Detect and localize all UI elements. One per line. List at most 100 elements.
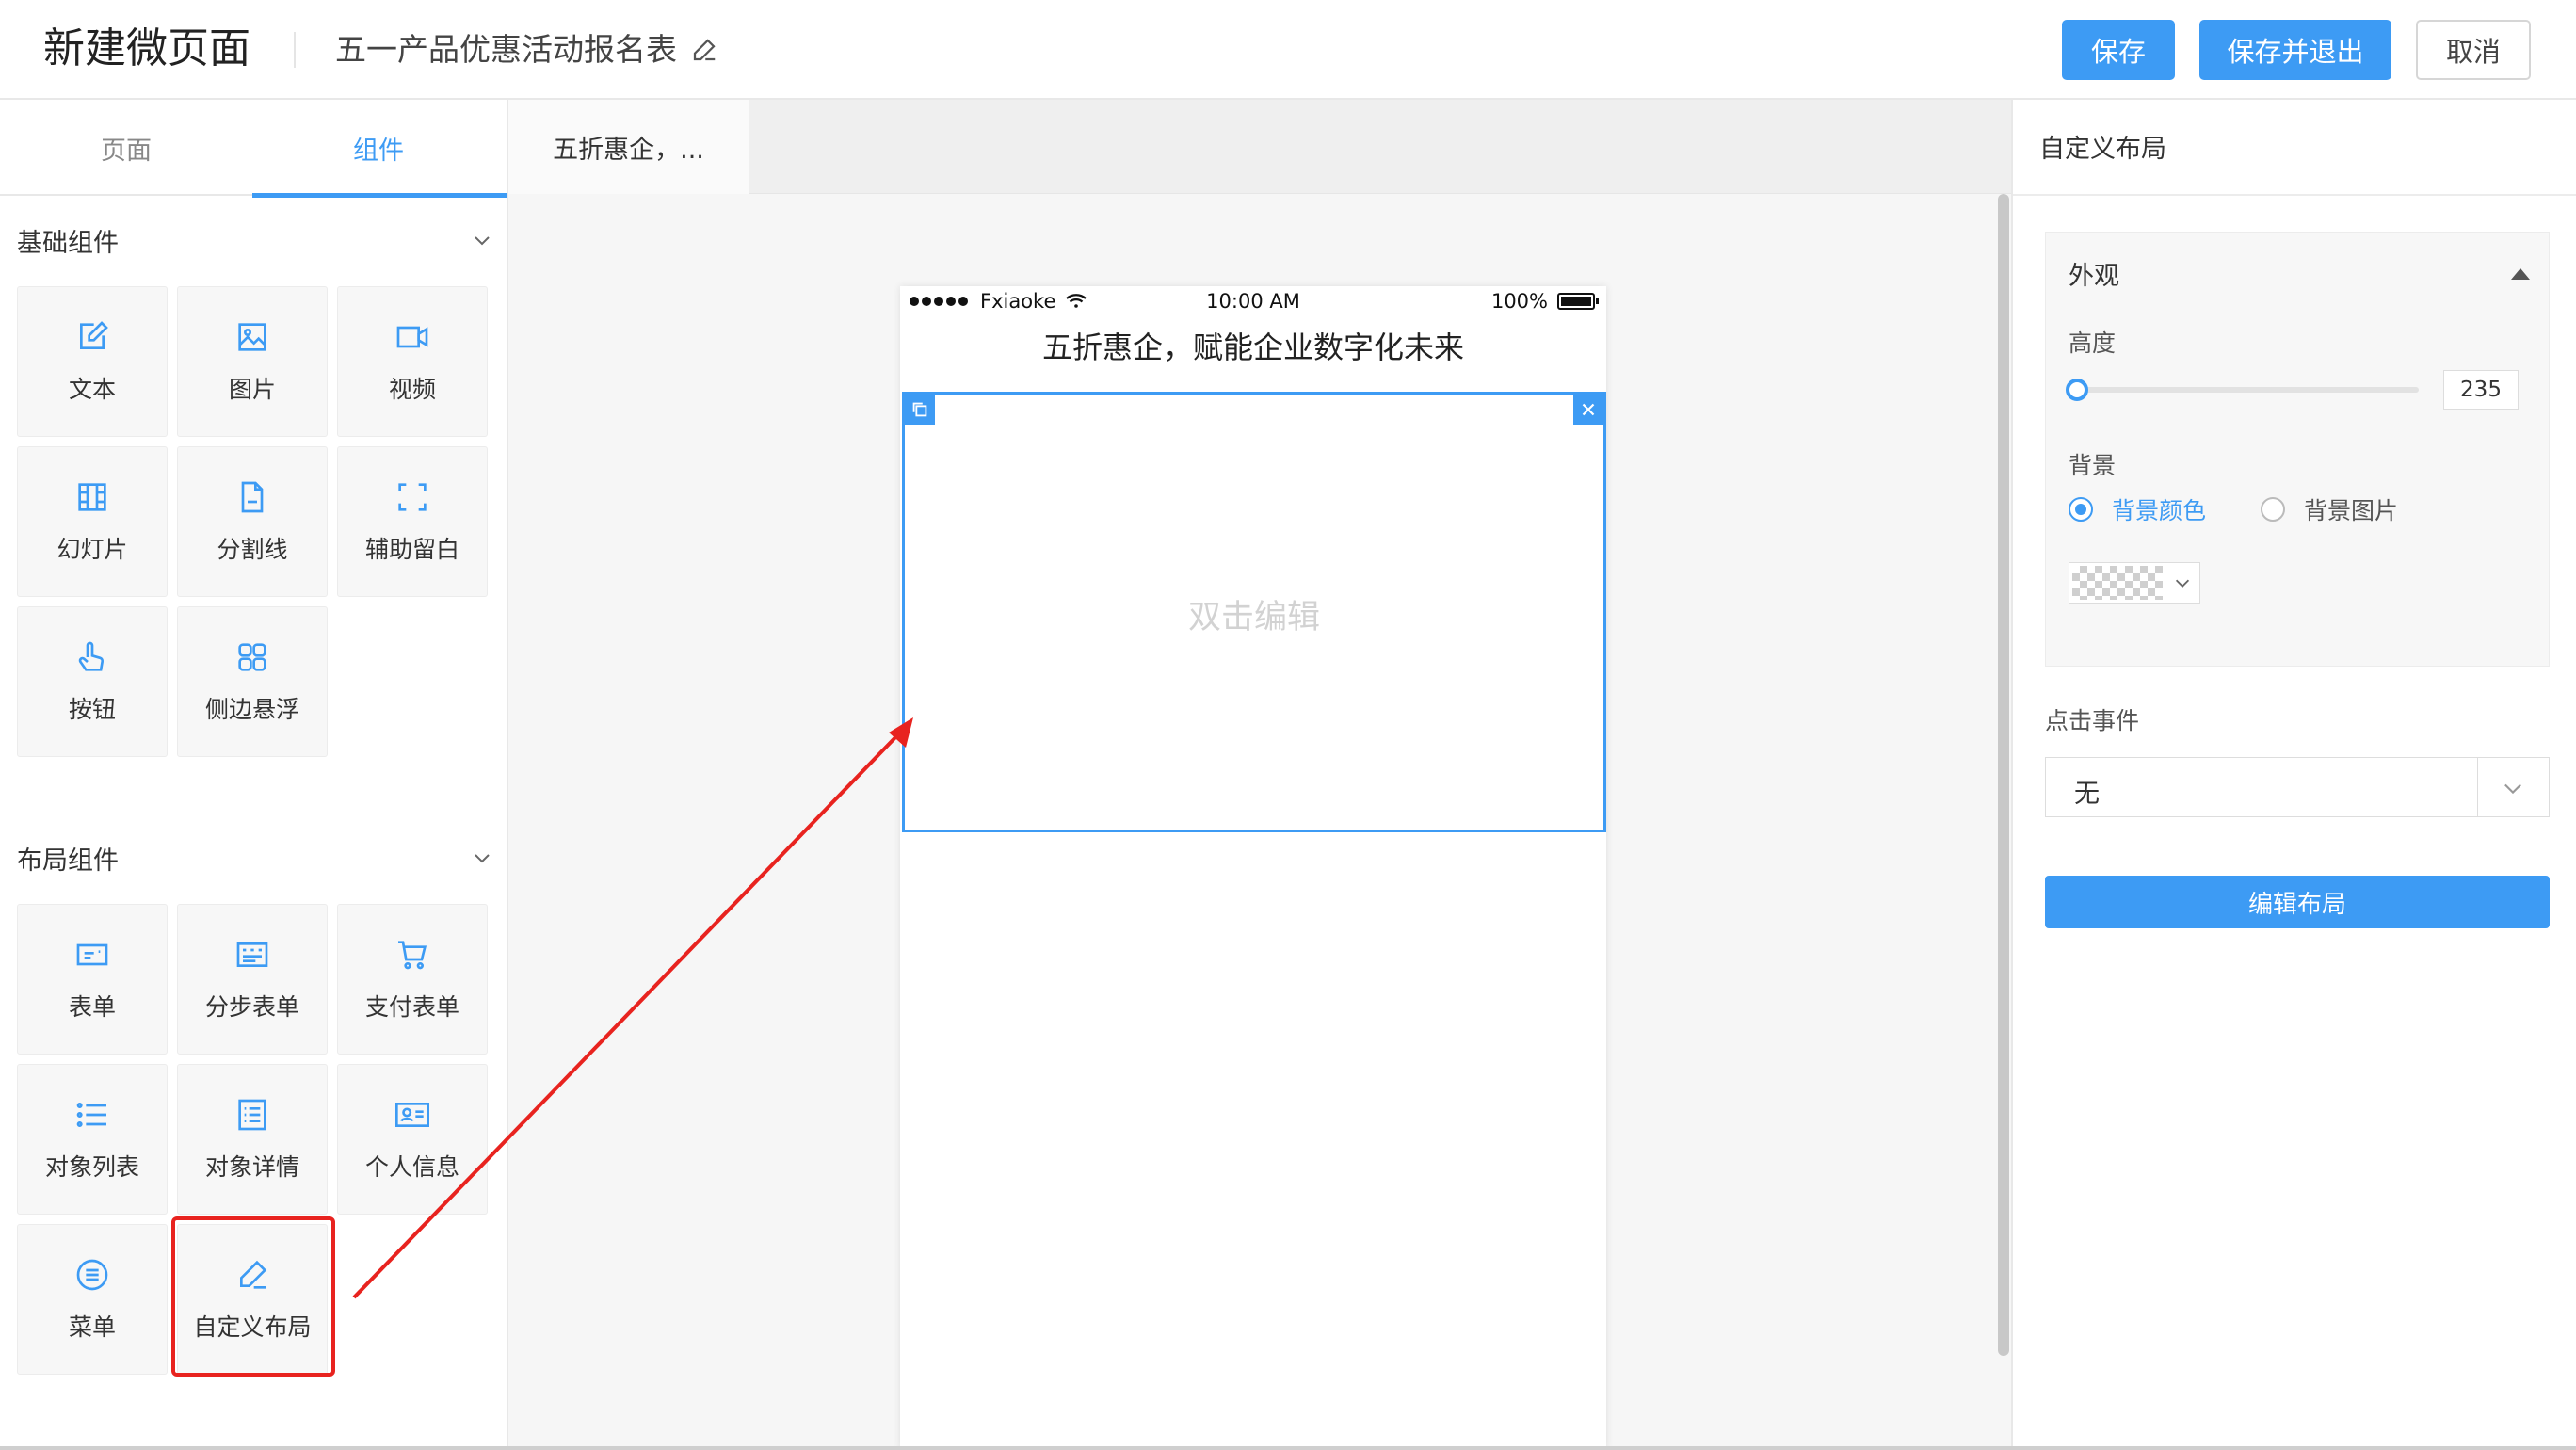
component-label: 辅助留白 (364, 536, 459, 563)
tab-page[interactable]: 页面 (0, 100, 252, 196)
component-object-detail[interactable]: 对象详情 (177, 1064, 328, 1215)
component-video[interactable]: 视频 (337, 286, 488, 437)
background-color-picker[interactable] (2069, 562, 2200, 604)
radio-background-color[interactable]: 背景颜色 (2069, 492, 2206, 526)
phone-page-title: 五折惠企，赋能企业数字化未来 (1041, 330, 1464, 365)
slideshow-icon (78, 483, 106, 511)
component-label: 文本 (68, 376, 116, 403)
component-button[interactable]: 按钮 (17, 606, 168, 757)
battery-icon (1557, 293, 1599, 310)
page-title: 新建微页面 (43, 24, 250, 72)
component-label: 菜单 (68, 1313, 116, 1341)
top-header: 新建微页面 五一产品优惠活动报名表 保存 保存并退出 取消 (0, 0, 2576, 100)
component-label: 表单 (68, 993, 116, 1021)
radio-circle (2261, 497, 2285, 522)
component-label: 图片 (228, 376, 276, 403)
image-icon (238, 323, 266, 351)
layout-components-header[interactable]: 布局组件 (17, 834, 493, 881)
copy-icon[interactable] (905, 395, 935, 425)
custom-layout-block[interactable]: 双击编辑 (902, 392, 1606, 832)
radio-label: 背景图片 (2304, 497, 2399, 524)
component-label: 分步表单 (204, 993, 299, 1021)
component-object-list[interactable]: 对象列表 (17, 1064, 168, 1215)
component-label: 支付表单 (364, 993, 459, 1021)
section-title: 布局组件 (17, 846, 119, 876)
horizontal-scrollbar[interactable] (0, 1446, 2576, 1450)
edit-layout-button[interactable]: 编辑布局 (2045, 876, 2550, 928)
cart-icon (398, 941, 427, 970)
save-and-exit-button[interactable]: 保存并退出 (2199, 20, 2391, 80)
component-label: 侧边悬浮 (204, 696, 299, 723)
canvas-tab-bar: 五折惠企，... (508, 100, 2011, 194)
list-icon (76, 1103, 106, 1127)
canvas-page-tab[interactable]: 五折惠企，... (508, 100, 749, 194)
component-label: 分割线 (217, 536, 288, 563)
tab-components[interactable]: 组件 (252, 100, 507, 198)
step-form-icon (236, 942, 268, 967)
chevron-down-icon (2504, 783, 2521, 795)
properties-panel: 自定义布局 外观 高度 背景 背景颜色 背景图片 点击事件 无 编辑布 (2011, 100, 2576, 1450)
component-side-float[interactable]: 侧边悬浮 (177, 606, 328, 757)
chevron-down-icon (2175, 579, 2190, 588)
select-divider (2477, 758, 2478, 816)
close-icon[interactable] (1573, 395, 1603, 425)
component-label: 对象详情 (204, 1153, 299, 1181)
component-pay-form[interactable]: 支付表单 (337, 904, 488, 1055)
divider-doc-icon (241, 481, 264, 513)
component-menu[interactable]: 菜单 (17, 1224, 168, 1375)
height-slider[interactable] (2066, 379, 2419, 401)
editor-canvas: 五折惠企，... Fxiaoke 10:00 AM 100% 五折惠企，赋能企业… (508, 100, 2011, 1450)
profile-card-icon (395, 1103, 429, 1127)
phone-preview: Fxiaoke 10:00 AM 100% 五折惠企，赋能企业数字化未来 双击编… (900, 286, 1606, 1450)
cancel-button[interactable]: 取消 (2416, 20, 2531, 80)
component-divider[interactable]: 分割线 (177, 446, 328, 597)
save-button[interactable]: 保存 (2062, 20, 2175, 80)
title-divider (294, 32, 296, 68)
chevron-down-icon (475, 236, 490, 246)
grid-apps-icon (238, 643, 266, 671)
component-slideshow[interactable]: 幻灯片 (17, 446, 168, 597)
radio-label: 背景颜色 (2112, 497, 2207, 524)
background-label: 背景 (2069, 452, 2117, 479)
component-label: 视频 (388, 376, 436, 403)
component-text[interactable]: 文本 (17, 286, 168, 437)
click-event-value: 无 (2074, 780, 2100, 809)
component-label: 幻灯片 (56, 536, 128, 563)
detail-icon (238, 1099, 266, 1131)
click-event-select[interactable]: 无 (2045, 757, 2550, 817)
form-icon (76, 943, 108, 966)
component-image[interactable]: 图片 (177, 286, 328, 437)
component-panel: 页面 组件 基础组件 文本 图片 视频 幻灯片 分割线 辅助留白 按钮 侧边悬浮… (0, 100, 508, 1450)
component-custom-layout[interactable]: 自定义布局 (177, 1224, 328, 1375)
height-label: 高度 (2069, 330, 2117, 357)
appearance-header[interactable]: 外观 (2069, 255, 2530, 292)
pencil-edit-icon[interactable] (690, 36, 718, 64)
radio-background-image[interactable]: 背景图片 (2261, 492, 2398, 526)
menu-circle-icon (76, 1259, 108, 1291)
properties-title: 自定义布局 (2039, 135, 2166, 164)
doc-title-text: 五一产品优惠活动报名表 (335, 31, 677, 68)
height-slider-handle[interactable] (2066, 379, 2089, 401)
component-form[interactable]: 表单 (17, 904, 168, 1055)
collapse-triangle-icon (2511, 267, 2530, 280)
divider (2013, 194, 2576, 196)
height-input[interactable] (2443, 370, 2519, 410)
component-personal-info[interactable]: 个人信息 (337, 1064, 488, 1215)
phone-status-bar: Fxiaoke 10:00 AM 100% (900, 286, 1606, 320)
basic-components-header[interactable]: 基础组件 (17, 217, 493, 264)
panel-tabs: 页面 组件 (0, 100, 507, 198)
transparent-swatch (2072, 566, 2163, 600)
component-step-form[interactable]: 分步表单 (177, 904, 328, 1055)
chevron-down-icon (475, 854, 490, 863)
appearance-card: 外观 高度 背景 背景颜色 背景图片 (2045, 232, 2550, 667)
whitespace-icon (398, 483, 427, 511)
click-event-label: 点击事件 (2045, 707, 2140, 734)
canvas-scrollbar[interactable] (1998, 194, 2009, 1356)
appearance-title: 外观 (2069, 262, 2119, 291)
section-title: 基础组件 (17, 228, 119, 258)
video-icon (396, 326, 428, 348)
doc-title[interactable]: 五一产品优惠活动报名表 (335, 28, 718, 72)
component-label: 对象列表 (44, 1153, 139, 1181)
component-whitespace[interactable]: 辅助留白 (337, 446, 488, 597)
edit-icon (80, 321, 108, 349)
